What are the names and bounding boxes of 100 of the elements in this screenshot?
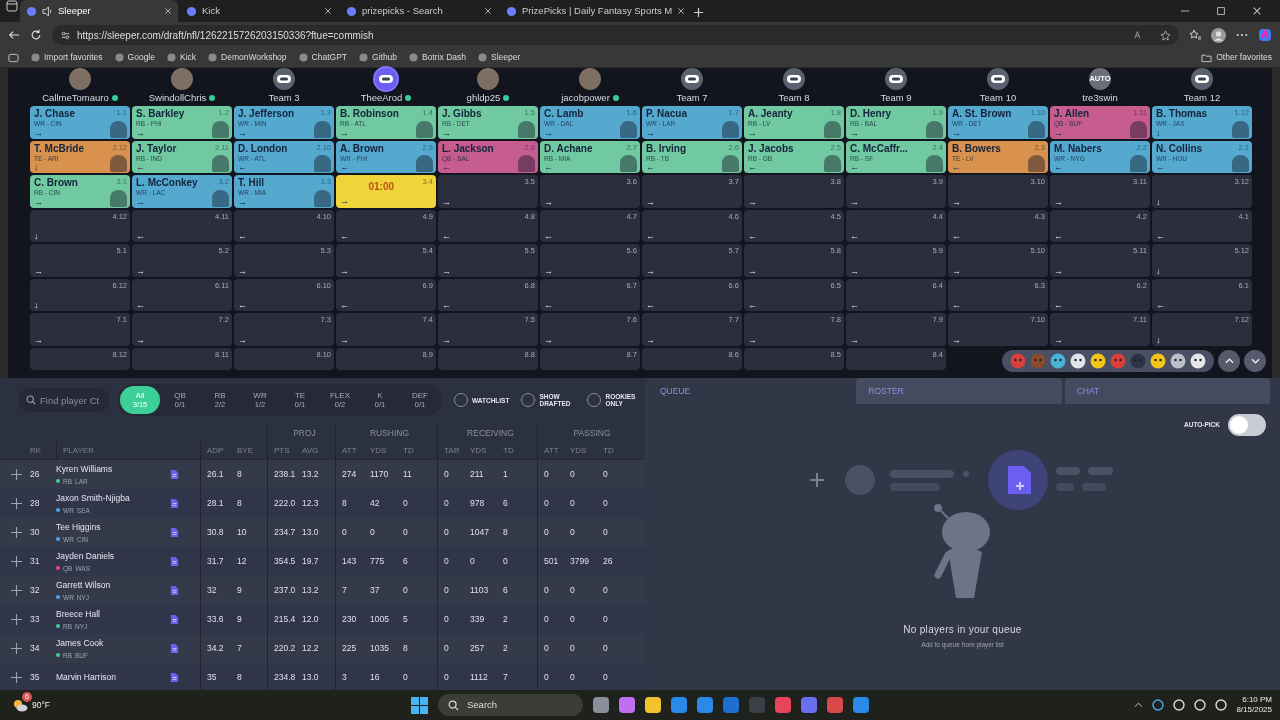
emoji-icon[interactable]: [1150, 353, 1166, 369]
taskbar-app-icon[interactable]: [801, 697, 817, 713]
column-header: RK: [30, 444, 43, 457]
direction-arrow: ←: [238, 163, 248, 172]
stat-cell-text: 0: [603, 584, 609, 598]
bookmark-link[interactable]: Google: [114, 51, 155, 64]
bookmark-link[interactable]: DemonWorkshop: [208, 51, 287, 64]
bookmark-link[interactable]: ChatGPT: [298, 51, 347, 64]
team-name: SwindollChris: [148, 91, 207, 105]
taskbar-app-icon[interactable]: [723, 697, 739, 713]
taskbar-app-icon[interactable]: [853, 697, 869, 713]
taskbar-app-icon[interactable]: [671, 697, 687, 713]
stat-cell-text: 9: [237, 584, 243, 598]
direction-arrow: →: [748, 266, 758, 276]
player-notes-icon[interactable]: [170, 498, 179, 509]
bookmark-link[interactable]: Botrix Dash: [409, 51, 466, 64]
auto-pick-switch[interactable]: [1228, 414, 1266, 436]
player-notes-icon[interactable]: [170, 469, 179, 480]
taskbar-app-icon[interactable]: [697, 697, 713, 713]
taskbar-app-icon[interactable]: [619, 697, 635, 713]
taskbar-app-icon[interactable]: [775, 697, 791, 713]
player-name: C. McCaffr...: [850, 142, 909, 155]
emoji-icon[interactable]: [1190, 353, 1206, 369]
speaker-icon[interactable]: [42, 5, 53, 17]
column-header: YDS: [570, 444, 588, 457]
favicon-icon: [346, 5, 357, 17]
bookmark-folder[interactable]: Other favorites: [1201, 51, 1272, 64]
chevron-up-icon[interactable]: [1134, 702, 1144, 708]
browser-tab[interactable]: prizepicks - Search: [340, 0, 498, 22]
direction-arrow: →: [646, 266, 656, 276]
search-field[interactable]: Find player Ct: [18, 388, 110, 412]
player-notes-icon[interactable]: [170, 556, 179, 567]
tray-icon[interactable]: [1152, 699, 1165, 711]
browser-tab[interactable]: Kick: [180, 0, 338, 22]
close-icon[interactable]: [1252, 6, 1262, 16]
direction-arrow: →: [544, 266, 554, 276]
direction-arrow: ↓: [1156, 197, 1162, 207]
taskbar-app-icon[interactable]: [645, 697, 661, 713]
scroll-up-button[interactable]: [1218, 350, 1240, 372]
player-name: A. St. Brown: [952, 108, 1013, 120]
stat-cell-text: 8: [237, 671, 243, 685]
player-notes-icon[interactable]: [170, 614, 179, 625]
sidebar-toggle-icon[interactable]: [8, 52, 19, 63]
favorites-icon[interactable]: [1189, 29, 1201, 41]
taskbar-app-icon[interactable]: [827, 697, 843, 713]
close-icon[interactable]: [164, 7, 172, 15]
profile-avatar-icon[interactable]: [1211, 27, 1226, 43]
emoji-icon[interactable]: [1090, 353, 1106, 369]
emoji-icon[interactable]: [1070, 353, 1086, 369]
back-arrow-icon[interactable]: [8, 29, 20, 41]
direction-arrow: ↓: [1156, 335, 1162, 345]
browser-tab[interactable]: PrizePicks | Daily Fantasy Sports M: [500, 0, 692, 22]
player-notes-icon[interactable]: [170, 527, 179, 538]
direction-arrow: ←: [544, 163, 554, 172]
refresh-icon[interactable]: [30, 29, 42, 41]
column-group-header: RECEIVING: [437, 424, 537, 442]
browser-tab[interactable]: Sleeper: [20, 0, 178, 22]
tab-actions-icon[interactable]: [6, 0, 18, 12]
bookmark-link[interactable]: Github: [359, 51, 398, 64]
bookmark-link[interactable]: Kick: [167, 51, 197, 64]
direction-arrow: →: [238, 128, 248, 138]
player-notes-icon[interactable]: [170, 672, 179, 683]
direction-arrow: →: [544, 335, 554, 345]
direction-arrow: →: [340, 197, 350, 207]
team-name: Team 8: [778, 91, 810, 105]
direction-arrow: ←: [340, 163, 350, 172]
direction-arrow: ←: [136, 163, 146, 172]
direction-arrow: ↓: [1156, 128, 1162, 138]
close-icon[interactable]: [677, 7, 686, 15]
site-info-icon[interactable]: [60, 29, 71, 41]
direction-arrow: →: [850, 128, 860, 138]
player-notes-icon[interactable]: [170, 643, 179, 654]
stat-cell-text: 257: [470, 642, 486, 656]
more-icon[interactable]: [1236, 33, 1248, 37]
windows-start-icon[interactable]: [411, 696, 428, 714]
close-icon[interactable]: [324, 7, 332, 15]
taskbar-search[interactable]: Search: [438, 694, 583, 716]
scroll-down-button[interactable]: [1244, 350, 1266, 372]
stat-cell-text: 0: [403, 497, 409, 511]
stat-cell-text: 2: [503, 613, 509, 627]
address-field[interactable]: https://sleeper.com/draft/nfl/1262215726203150336?ftue=commish: [52, 25, 1179, 45]
maximize-icon[interactable]: [1216, 6, 1226, 16]
player-name: N. Collins: [1156, 142, 1204, 155]
close-icon[interactable]: [484, 7, 492, 15]
player-notes-icon[interactable]: [170, 585, 179, 596]
emoji-icon[interactable]: [1050, 353, 1066, 369]
team-name: Team 3: [268, 91, 300, 105]
taskbar-app-icon[interactable]: [593, 697, 609, 713]
direction-arrow: ←: [1054, 163, 1064, 172]
bookmark-link[interactable]: Import favorites: [31, 51, 103, 64]
column-header: ATT: [537, 442, 570, 459]
bookmark-link[interactable]: Sleeper: [478, 51, 521, 64]
rank-cell-text: 33: [30, 613, 41, 627]
chevron-up-icon: [1224, 358, 1234, 364]
star-icon[interactable]: [1160, 29, 1171, 41]
emoji-icon[interactable]: [1170, 353, 1186, 369]
column-header: PLAYER: [56, 442, 200, 459]
column-header: YDS: [470, 444, 488, 457]
stat-cell-text: 9: [237, 613, 243, 627]
column-header: TAR: [437, 442, 470, 459]
